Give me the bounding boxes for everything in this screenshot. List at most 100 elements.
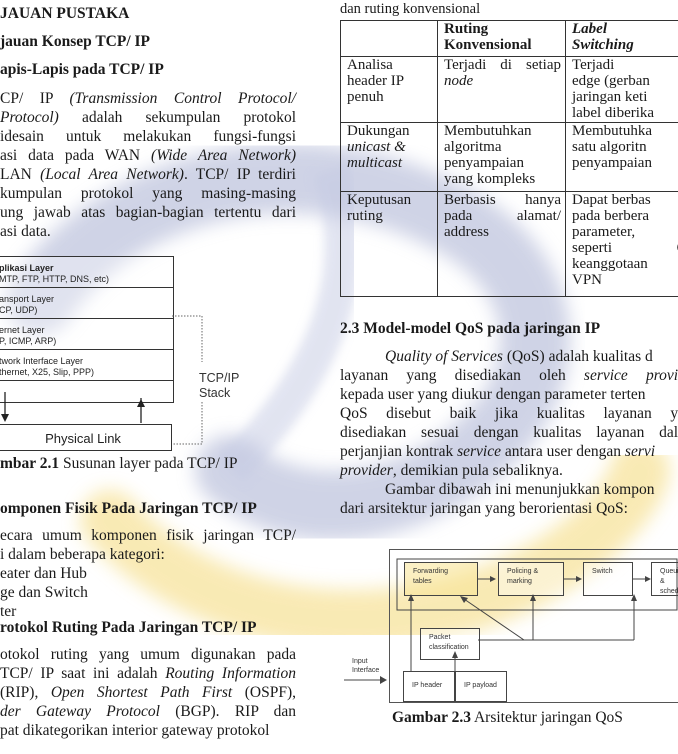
cell-line: keanggotaan	[572, 256, 648, 272]
paragraph-line: pat dikategorikan interior gateway proto…	[0, 721, 296, 740]
cell-line: unicast &	[347, 139, 406, 155]
italic-text: Quality of Services	[385, 348, 503, 365]
routing-paragraph: otokol ruting yang umum digunakan pada TC…	[0, 645, 296, 740]
table-cell: Terjadi paedge (gerbanjaringan ketilabel…	[565, 56, 678, 123]
text: pat dikategorikan interior gateway proto…	[0, 722, 270, 739]
cell-line: jaringan keti	[572, 89, 648, 105]
cell-line: multicast	[347, 155, 402, 171]
caption-text: Susunan layer pada TCP/ IP	[59, 455, 238, 472]
table-cell: Membutuhka satu algoritn penyampaian	[565, 122, 678, 192]
text: disediakan sesuai dengan kualitas layana…	[340, 424, 678, 441]
paragraph-line: asi data.	[0, 222, 296, 241]
input-interface-label: Input Interface	[352, 657, 379, 675]
input-arrow-icon	[380, 676, 387, 684]
italic-text: (Wide Area Network)	[151, 147, 296, 164]
cell-line: parameter,	[572, 224, 636, 240]
table-cell: Analisa header IP penuh	[340, 56, 438, 123]
paragraph-line: (RIP), Open Shortest Path First (OSPF),	[0, 683, 296, 702]
paragraph-line: ung jawab atas bagian-bagian tertentu da…	[0, 203, 296, 222]
cell-line: pada berbera	[572, 208, 650, 224]
caption-text: Arsitektur jaringan QoS	[470, 709, 623, 726]
stack-label-line2: Stack	[199, 386, 231, 400]
cell-line: Terjadi pa	[572, 57, 678, 73]
stack-label-line1: TCP/IP	[199, 371, 240, 385]
paragraph-line: dari arsitektur jaringan yang berorienta…	[340, 499, 678, 518]
text: idesain untuk melakukan fungsi-fungsi	[0, 128, 296, 145]
qos-paragraph: Quality of Services (QoS) adalah kualita…	[340, 347, 678, 518]
cell-line: yang kompleks	[444, 171, 536, 187]
table-cell: Berbasis hanya pada alamat/address	[437, 191, 566, 297]
paragraph-line: asi data pada WAN (Wide Area Network)	[0, 146, 296, 165]
intro-paragraph: CP/ IP (Transmission Control Protocol/ P…	[0, 89, 296, 241]
table-header-cell: Label Switching	[565, 20, 678, 57]
table-row: Dukungan unicast & multicast Membutuhkan alg…	[340, 122, 678, 192]
text: QoS disebut baik jika kualitas layanan y…	[340, 405, 678, 422]
text: perjanjian kontrak	[340, 443, 458, 460]
text: kepada user yang diukur dengan parameter…	[340, 386, 646, 403]
table-row: Analisa header IP penuh Terjadi di setiap no…	[340, 56, 678, 123]
italic-text: der Gateway Protocol	[0, 703, 160, 720]
arrow-head-icon	[452, 651, 458, 658]
italic-text: (Local Area Network)	[40, 166, 184, 183]
text: CP/ IP	[0, 90, 70, 107]
paragraph-line: i dalam beberapa kategori:	[0, 546, 165, 563]
text: adalah sekumpulan protokol	[58, 109, 296, 126]
list-item: eater dan Hub	[0, 565, 87, 582]
paragraph-line: kumpulan protokol yang masing-masing	[0, 184, 296, 203]
italic-text: Protocol)	[0, 109, 59, 126]
figure-2-1-caption: mbar 2.1 Susunan layer pada TCP/ IP	[0, 455, 238, 473]
paragraph-line: Gambar dibawah ini menunjukkan kompon	[340, 480, 678, 499]
paragraph-line: CP/ IP (Transmission Control Protocol/	[0, 89, 296, 108]
text: , demikian pula sebaliknya.	[392, 462, 563, 479]
subsection-heading: apis-Lapis pada TCP/ IP	[0, 61, 164, 78]
table-cell: Dapat berbas pada berbera parameter, sepert…	[565, 191, 678, 297]
list-item: ge dan Switch	[0, 584, 88, 601]
cell-line: Analisa	[347, 57, 393, 73]
paragraph-line: QoS disebut baik jika kualitas layanan y…	[340, 404, 678, 423]
cell-line: seperti Qo	[572, 240, 678, 256]
paragraph-line: disediakan sesuai dengan kualitas layana…	[340, 423, 678, 442]
cell-line: address	[444, 224, 489, 240]
header-line: Konvensional	[444, 37, 532, 53]
italic-text: service provic	[583, 367, 678, 384]
inner-frame	[396, 558, 678, 611]
arrow-head-icon	[576, 576, 582, 582]
table-cell: Keputusan ruting	[340, 191, 438, 297]
italic-text: Routing Information	[165, 665, 296, 682]
routing-heading: rotokol Ruting Pada Jaringan TCP/ IP	[0, 619, 257, 636]
cell-line: Terjadi di setiap	[444, 57, 561, 73]
paragraph-line: provider, demikian pula sebaliknya.	[340, 461, 678, 480]
paragraph-line: kepada user yang diukur dengan parameter…	[340, 385, 678, 404]
components-paragraph: ecara umum komponen fisik jaringan TCP/ …	[0, 526, 296, 621]
table-caption: dan ruting konvensional	[340, 1, 481, 17]
section-heading: jauan Konsep TCP/ IP	[0, 33, 151, 50]
arrow-head-icon	[460, 596, 468, 603]
stack-bracket-top	[172, 315, 203, 362]
cell-line: edge (gerban	[572, 73, 650, 89]
text: Gambar dibawah ini menunjukkan kompon	[385, 481, 655, 498]
text: asi data pada WAN	[0, 147, 152, 164]
text: LAN	[0, 166, 41, 183]
cell-line: penyampaian	[572, 155, 652, 171]
cell-line: penyampaian	[444, 155, 524, 171]
stack-bracket-bottom	[172, 402, 203, 445]
italic-text: service	[457, 443, 501, 460]
paragraph-line: LAN (Local Area Network). TCP/ IP terdir…	[0, 165, 296, 184]
down-arrow-icon	[1, 414, 9, 422]
arrow-head-icon	[408, 594, 414, 601]
italic-text: provider	[340, 462, 393, 479]
table-cell: Terjadi di setiap node	[437, 56, 566, 123]
figure-2-3-caption: Gambar 2.3 Arsitektur jaringan QoS	[392, 709, 623, 727]
cell-line: VPN	[572, 272, 603, 288]
text: antara user dengan	[500, 443, 625, 460]
cell-line: pada alamat/	[444, 208, 561, 224]
cell-line: satu algoritn	[572, 139, 647, 155]
text: . TCP/ IP terdiri	[183, 166, 296, 183]
label-line: Input	[352, 658, 368, 665]
paragraph-line: der Gateway Protocol (BGP). RIP dan	[0, 702, 296, 721]
text: (RIP),	[0, 684, 51, 701]
arrow-head-icon	[645, 576, 651, 582]
text: asi data.	[0, 223, 51, 240]
table-header-cell	[340, 20, 438, 57]
arrow-head-icon	[631, 594, 637, 601]
